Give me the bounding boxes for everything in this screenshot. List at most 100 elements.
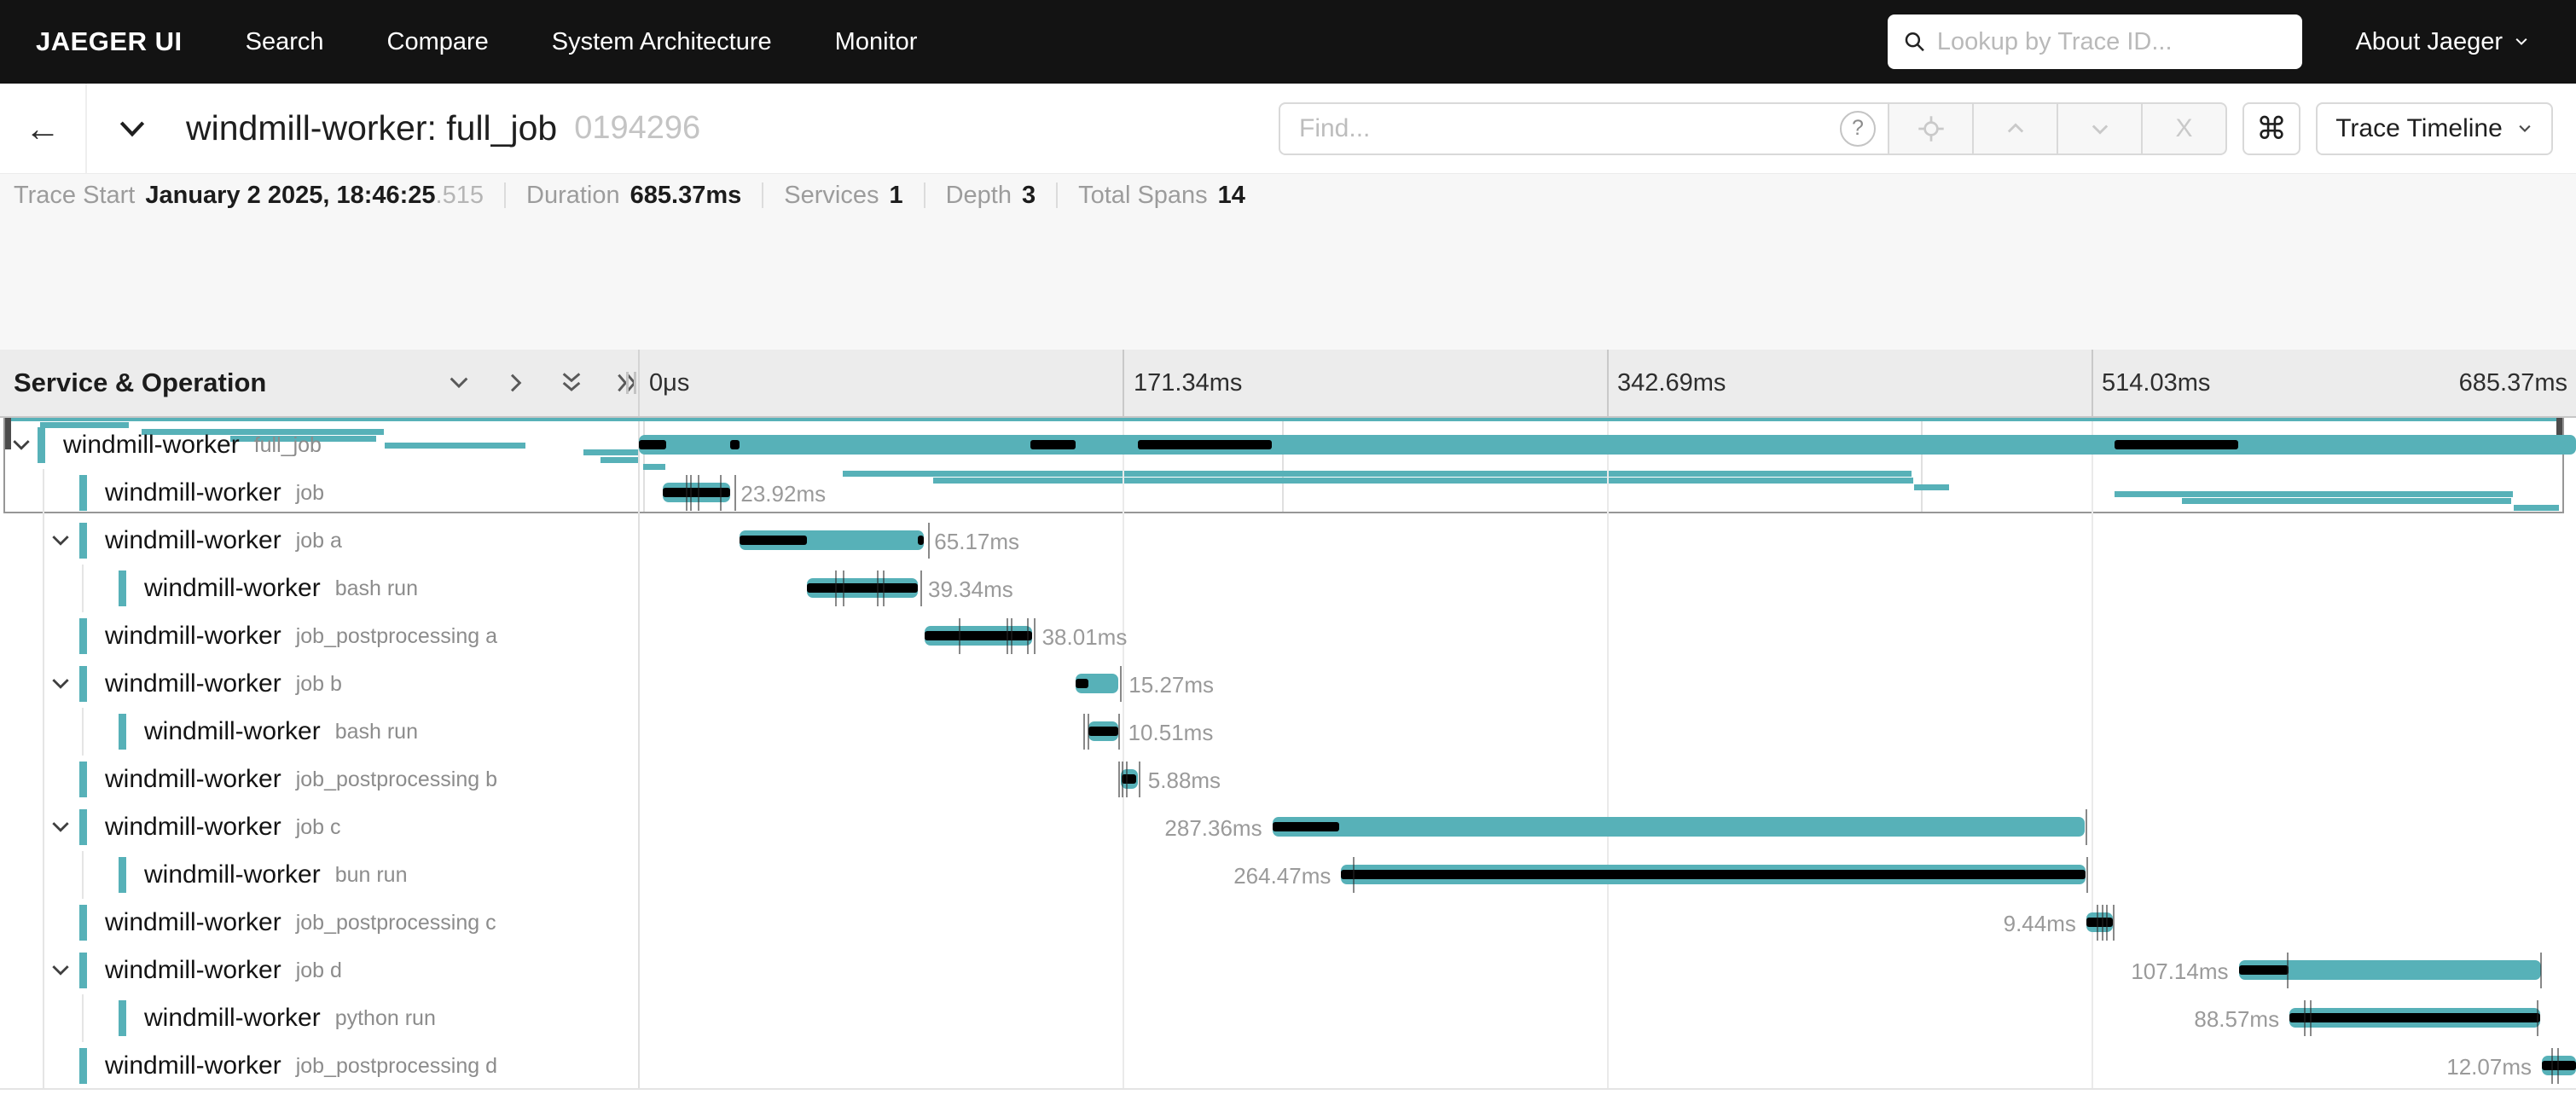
- command-icon: ⌘: [2256, 111, 2287, 147]
- app-logo[interactable]: JAEGER UI: [36, 26, 183, 57]
- trace-id-search-box[interactable]: [1888, 14, 2302, 69]
- trace-id-search-input[interactable]: [1937, 28, 2288, 56]
- find-input[interactable]: [1299, 114, 1840, 143]
- back-button[interactable]: ←: [0, 84, 87, 173]
- about-jaeger-menu[interactable]: About Jaeger: [2355, 28, 2530, 56]
- span-name-cell[interactable]: windmill-workerjob a: [79, 517, 342, 565]
- search-icon: [1903, 29, 1926, 55]
- span-name-cell[interactable]: windmill-workerjob: [79, 469, 324, 517]
- critical-path-segment: [2239, 965, 2289, 975]
- span-name-cell[interactable]: windmill-workerjob c: [79, 803, 341, 851]
- span-collapse-chevron[interactable]: [49, 959, 72, 986]
- log-marker: [2540, 953, 2542, 988]
- log-marker: [2086, 809, 2087, 845]
- timeline-tick-3: 514.03ms: [2102, 350, 2210, 416]
- trace-summary-bar: Trace Start January 2 2025, 18:46:25.515…: [14, 174, 1245, 217]
- span-duration-label: 10.51ms: [1128, 720, 1214, 746]
- operation-name: bash run: [335, 576, 418, 601]
- span-row[interactable]: windmill-workerjob_postprocessing d12.07…: [0, 1042, 2576, 1090]
- nav-item-system-architecture[interactable]: System Architecture: [552, 28, 772, 56]
- span-row[interactable]: windmill-workerjob b15.27ms: [0, 660, 2576, 708]
- span-bar[interactable]: [2542, 1056, 2576, 1075]
- span-bar[interactable]: [2086, 912, 2113, 932]
- chevron-right-icon: [502, 369, 529, 397]
- keyboard-shortcuts-button[interactable]: ⌘: [2242, 102, 2300, 155]
- depth-value: 3: [1022, 182, 1036, 210]
- trace-title: windmill-worker: full_job: [186, 108, 557, 148]
- trace-collapse-toggle[interactable]: [116, 113, 148, 145]
- focus-span-button[interactable]: [1889, 102, 1974, 155]
- span-name-cell[interactable]: windmill-workerbash run: [119, 708, 418, 756]
- span-row[interactable]: windmill-workerjob23.92ms: [0, 469, 2576, 517]
- span-bar[interactable]: [1341, 865, 2086, 884]
- span-name-cell[interactable]: windmill-workerpython run: [119, 994, 436, 1042]
- span-row[interactable]: windmill-workerbun run264.47ms: [0, 851, 2576, 899]
- span-bar[interactable]: [740, 530, 924, 550]
- log-marker: [1027, 618, 1029, 654]
- span-bar[interactable]: [1121, 769, 1138, 789]
- span-bar[interactable]: [925, 626, 1032, 646]
- span-row[interactable]: windmill-workerbash run 10.51ms: [0, 708, 2576, 756]
- log-marker: [2097, 905, 2098, 941]
- span-row[interactable]: windmill-workerpython run 88.57ms: [0, 994, 2576, 1042]
- span-name-cell[interactable]: windmill-workerjob d: [79, 947, 342, 994]
- span-bar[interactable]: [807, 578, 918, 598]
- span-name-cell[interactable]: windmill-workerjob_postprocessing c: [79, 899, 496, 947]
- tree-indent-guide: [82, 994, 84, 1042]
- span-row[interactable]: windmill-workerfull_job: [0, 421, 2576, 469]
- span-bar[interactable]: [2289, 1008, 2540, 1028]
- span-row[interactable]: windmill-workerjob d107.14ms: [0, 947, 2576, 994]
- span-duration-label: 88.57ms: [2194, 1006, 2279, 1033]
- span-row[interactable]: windmill-workerjob_postprocessing c9.44m…: [0, 899, 2576, 947]
- service-name: windmill-worker: [105, 813, 281, 842]
- span-bar[interactable]: [639, 435, 2576, 455]
- collapse-one-button[interactable]: [440, 364, 478, 402]
- span-bar[interactable]: [1273, 817, 2085, 837]
- total-spans-label: Total Spans: [1078, 182, 1208, 210]
- span-bar[interactable]: [1076, 674, 1119, 693]
- span-row[interactable]: windmill-workerjob_postprocessing b5.88m…: [0, 756, 2576, 803]
- service-name: windmill-worker: [105, 669, 281, 698]
- span-name-cell[interactable]: windmill-workerbun run: [119, 851, 408, 899]
- find-clear-button[interactable]: X: [2143, 102, 2227, 155]
- tree-indent-guide: [43, 469, 44, 517]
- find-next-button[interactable]: [2058, 102, 2143, 155]
- log-marker: [928, 523, 930, 559]
- span-row[interactable]: windmill-workerjob_postprocessing a38.01…: [0, 612, 2576, 660]
- chevron-down-icon: [49, 673, 72, 695]
- nav-item-search[interactable]: Search: [246, 28, 324, 56]
- tree-indent-guide: [43, 899, 44, 947]
- span-collapse-chevron[interactable]: [49, 673, 72, 699]
- trace-view-selector[interactable]: Trace Timeline: [2316, 102, 2553, 155]
- collapse-all-button[interactable]: [553, 364, 590, 402]
- span-name-cell[interactable]: windmill-workerjob_postprocessing a: [79, 612, 497, 660]
- span-duration-label: 65.17ms: [934, 529, 1019, 555]
- span-name-cell[interactable]: windmill-workerbash run: [119, 565, 418, 612]
- span-collapse-chevron[interactable]: [49, 530, 72, 556]
- service-accent-bar: [119, 570, 126, 606]
- find-help-icon[interactable]: ?: [1840, 111, 1876, 147]
- column-resizer-handle[interactable]: [626, 372, 636, 394]
- span-bar[interactable]: [2239, 960, 2542, 980]
- service-accent-bar: [119, 857, 126, 893]
- depth-label: Depth: [946, 182, 1012, 210]
- log-marker: [2551, 1048, 2553, 1084]
- span-name-cell[interactable]: windmill-workerjob b: [79, 660, 342, 708]
- log-marker: [698, 475, 699, 511]
- span-row[interactable]: windmill-workerjob a 65.17ms: [0, 517, 2576, 565]
- span-collapse-chevron[interactable]: [49, 816, 72, 843]
- span-row[interactable]: windmill-workerjob c287.36ms: [0, 803, 2576, 851]
- log-marker: [883, 570, 885, 606]
- span-bar[interactable]: [1088, 721, 1118, 741]
- span-name-cell[interactable]: windmill-workerfull_job: [38, 421, 322, 469]
- expand-one-button[interactable]: [496, 364, 534, 402]
- span-collapse-chevron[interactable]: [10, 434, 32, 460]
- span-name-cell[interactable]: windmill-workerjob_postprocessing b: [79, 756, 497, 803]
- span-name-cell[interactable]: windmill-workerjob_postprocessing d: [79, 1042, 497, 1090]
- timeline-tick-2: 342.69ms: [1617, 350, 1726, 416]
- span-row[interactable]: windmill-workerbash run39.34ms: [0, 565, 2576, 612]
- total-spans-value: 14: [1218, 182, 1245, 210]
- nav-item-compare[interactable]: Compare: [387, 28, 489, 56]
- find-prev-button[interactable]: [1974, 102, 2058, 155]
- nav-item-monitor[interactable]: Monitor: [835, 28, 918, 56]
